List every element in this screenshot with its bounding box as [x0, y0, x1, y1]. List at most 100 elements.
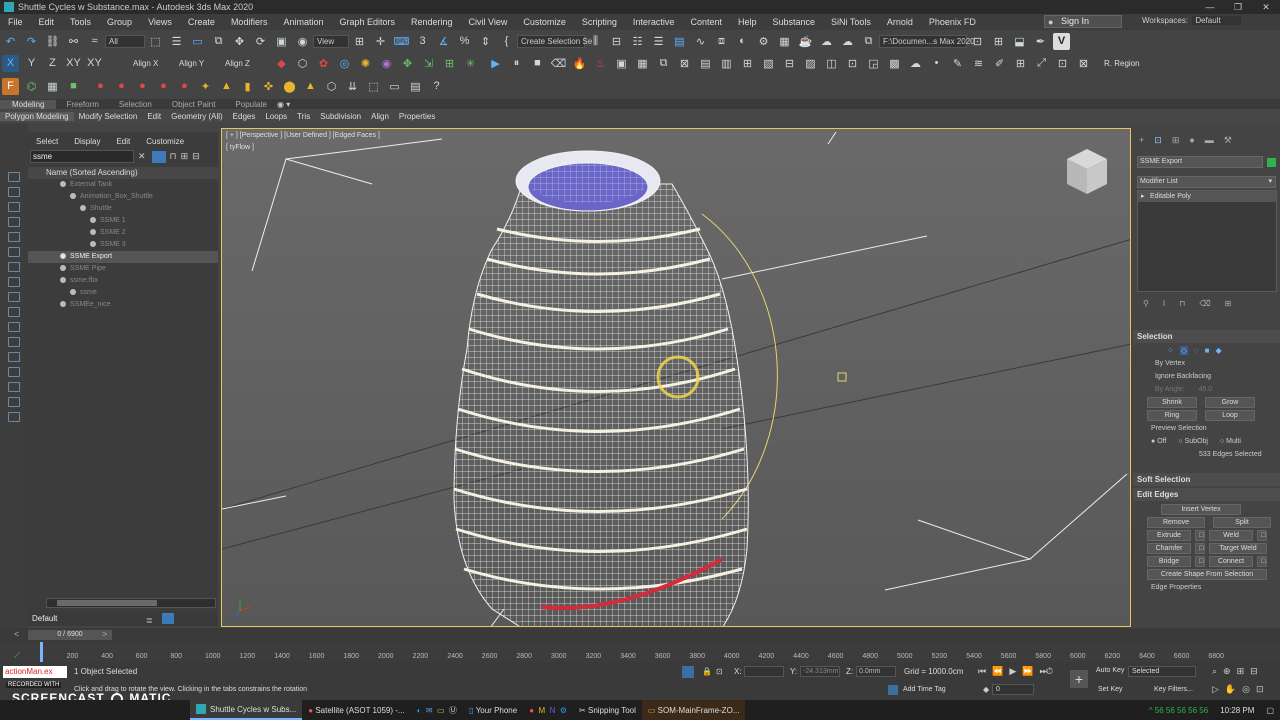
- edit-edges-rollout-header[interactable]: Edit Edges: [1133, 488, 1280, 501]
- loop-button[interactable]: Loop: [1205, 410, 1255, 421]
- scene-explorer-icon[interactable]: ☷: [629, 33, 646, 50]
- region-extents-icon[interactable]: ⊠: [1075, 55, 1092, 72]
- pan-icon[interactable]: ✋: [1225, 684, 1236, 695]
- tool-shelf-icon-9[interactable]: ⬚: [365, 78, 382, 95]
- filter-invert-icon[interactable]: [8, 382, 20, 392]
- soft-selection-rollout-header[interactable]: Soft Selection: [1133, 473, 1280, 486]
- time-slider-thumb[interactable]: 0 / 6900: [28, 630, 112, 640]
- viewport-icon-2[interactable]: ▦: [634, 55, 651, 72]
- menu-graph-editors[interactable]: Graph Editors: [331, 17, 403, 27]
- menu-content[interactable]: Content: [682, 17, 730, 27]
- render-cloud-icon[interactable]: ☁: [839, 33, 856, 50]
- menu-scripting[interactable]: Scripting: [574, 17, 625, 27]
- set-key-big-icon[interactable]: +: [1070, 670, 1088, 688]
- onenote-icon[interactable]: N: [550, 706, 556, 715]
- tree-row[interactable]: Animation_Box_Shuttle: [28, 191, 218, 203]
- preview-subobj-radio[interactable]: ○ SubObj: [1178, 438, 1208, 445]
- play-icon[interactable]: ▶: [487, 55, 504, 72]
- phoenix-fire-icon[interactable]: 🔥: [571, 55, 588, 72]
- region-zoom-icon[interactable]: ⊡: [1054, 55, 1071, 72]
- close-button[interactable]: ✕: [1252, 0, 1280, 14]
- tool-shelf-icon-6[interactable]: ▲: [302, 78, 319, 95]
- x-coordinate-field[interactable]: [744, 666, 784, 677]
- remove-modifier-icon[interactable]: ⌫: [1199, 299, 1210, 308]
- tool-shelf-icon-11[interactable]: ▤: [407, 78, 424, 95]
- modify-tab-icon[interactable]: ⊡: [1154, 135, 1162, 146]
- viewport-icon-12[interactable]: ⊡: [844, 55, 861, 72]
- script-shelf-icon[interactable]: F: [2, 77, 19, 95]
- maximize-view-icon[interactable]: ⤢: [1033, 55, 1050, 72]
- percent-snap-icon[interactable]: %: [456, 33, 473, 50]
- clear-icon[interactable]: ⌫: [550, 55, 567, 72]
- array-tool-icon[interactable]: ⊞: [441, 55, 458, 72]
- zoom-extents-icon[interactable]: ⊞: [1237, 666, 1245, 677]
- bind-spacewarp-icon[interactable]: ≈: [86, 33, 103, 50]
- visibility-eye-icon[interactable]: ◉: [60, 251, 66, 263]
- align-z-button[interactable]: Align Z: [225, 59, 271, 68]
- previous-frame-icon[interactable]: ⏪: [992, 666, 1003, 677]
- rectangular-selection-icon[interactable]: ▭: [189, 33, 206, 50]
- next-frame-icon[interactable]: ⏩: [1022, 666, 1033, 677]
- filter-xrefs-icon[interactable]: [8, 277, 20, 287]
- key-selection-dropdown[interactable]: Selected: [1128, 666, 1196, 677]
- tree-row[interactable]: SSME 3: [28, 239, 218, 251]
- set-key-button[interactable]: Set Key: [1098, 686, 1123, 693]
- select-by-name-icon[interactable]: ☰: [168, 33, 185, 50]
- tab-freeform[interactable]: Freeform: [56, 100, 108, 109]
- rotate-icon[interactable]: ⟳: [252, 33, 269, 50]
- scatter-tool-icon[interactable]: ✳: [462, 55, 479, 72]
- filter-none-icon[interactable]: [8, 367, 20, 377]
- menu-sini-tools[interactable]: SiNi Tools: [823, 17, 879, 27]
- field-of-view-icon[interactable]: ▷: [1212, 684, 1219, 695]
- project-path-field[interactable]: F:\Documen...s Max 2020: [879, 34, 975, 48]
- tool-shelf-icon-10[interactable]: ▭: [386, 78, 403, 95]
- go-to-start-icon[interactable]: ⏮: [978, 666, 986, 677]
- workspaces-selector[interactable]: Workspaces: Default: [1142, 16, 1241, 25]
- isolate-selection-icon[interactable]: [682, 666, 694, 678]
- ribbon-loops[interactable]: Loops: [260, 112, 292, 121]
- filter-groups-icon[interactable]: [8, 262, 20, 272]
- taskbar-item-your-phone[interactable]: ▯ Your Phone: [463, 700, 523, 720]
- align-view-icon[interactable]: ⊞: [1012, 55, 1029, 72]
- ribbon-polygon-modeling[interactable]: Polygon Modeling: [0, 111, 74, 121]
- schematic-view-icon[interactable]: ⧈: [713, 33, 730, 50]
- menu-edit[interactable]: Edit: [31, 17, 63, 27]
- filter-geometry-icon[interactable]: [8, 172, 20, 182]
- toggle-ribbon-icon[interactable]: ▤: [671, 33, 688, 50]
- pivot-center-icon[interactable]: ⊞: [351, 33, 368, 50]
- hierarchy-tab-icon[interactable]: ⊞: [1172, 135, 1180, 146]
- grid-shelf-icon[interactable]: ▦: [44, 78, 61, 95]
- tab-modeling[interactable]: Modeling: [0, 99, 57, 109]
- scale-icon[interactable]: ▣: [273, 33, 290, 50]
- align-y-button[interactable]: Align Y: [179, 59, 225, 68]
- lens-tool-icon[interactable]: ◉: [378, 55, 395, 72]
- gizmo-tool-icon[interactable]: ✺: [357, 55, 374, 72]
- help-icon[interactable]: ?: [428, 78, 445, 95]
- time-slider[interactable]: 0 / 6900 < >: [0, 628, 1280, 642]
- bridge-button[interactable]: Bridge: [1147, 556, 1191, 567]
- render-setup-icon[interactable]: ⚙: [755, 33, 772, 50]
- stack-item-editable-poly[interactable]: ▸ Editable Poly: [1138, 191, 1276, 202]
- axis-y-icon[interactable]: Y: [23, 55, 40, 72]
- viewport-icon-10[interactable]: ▨: [802, 55, 819, 72]
- minimize-button[interactable]: —: [1196, 0, 1224, 14]
- absolute-mode-icon[interactable]: ⊡: [716, 667, 723, 676]
- maximize-viewport-icon[interactable]: ⊡: [1256, 684, 1264, 695]
- project-folder-icon[interactable]: ⊡: [969, 33, 986, 50]
- align-x-button[interactable]: Align X: [133, 59, 179, 68]
- create-tab-icon[interactable]: +: [1139, 135, 1144, 145]
- filter-lights-icon[interactable]: [8, 202, 20, 212]
- sculpt-icon[interactable]: ✐: [991, 55, 1008, 72]
- viewport-icon-6[interactable]: ▥: [718, 55, 735, 72]
- show-end-result-icon[interactable]: Ι: [1163, 299, 1165, 308]
- connect-settings-button[interactable]: □: [1257, 556, 1267, 567]
- spinner-snap-icon[interactable]: ⇕: [477, 33, 494, 50]
- record-icon-2[interactable]: ●: [113, 78, 130, 95]
- tab-selection[interactable]: Selection: [109, 100, 162, 109]
- material-editor-icon[interactable]: ◐: [734, 33, 751, 50]
- taskbar-item-browser[interactable]: ● Satellite (ASOT 1059) -...: [302, 700, 410, 720]
- axis-xy-cycle-icon[interactable]: XY: [86, 55, 103, 72]
- expand-triangle-icon[interactable]: ▸: [1141, 191, 1145, 202]
- remove-button[interactable]: Remove: [1147, 517, 1205, 528]
- clear-search-icon[interactable]: ✕: [138, 151, 146, 162]
